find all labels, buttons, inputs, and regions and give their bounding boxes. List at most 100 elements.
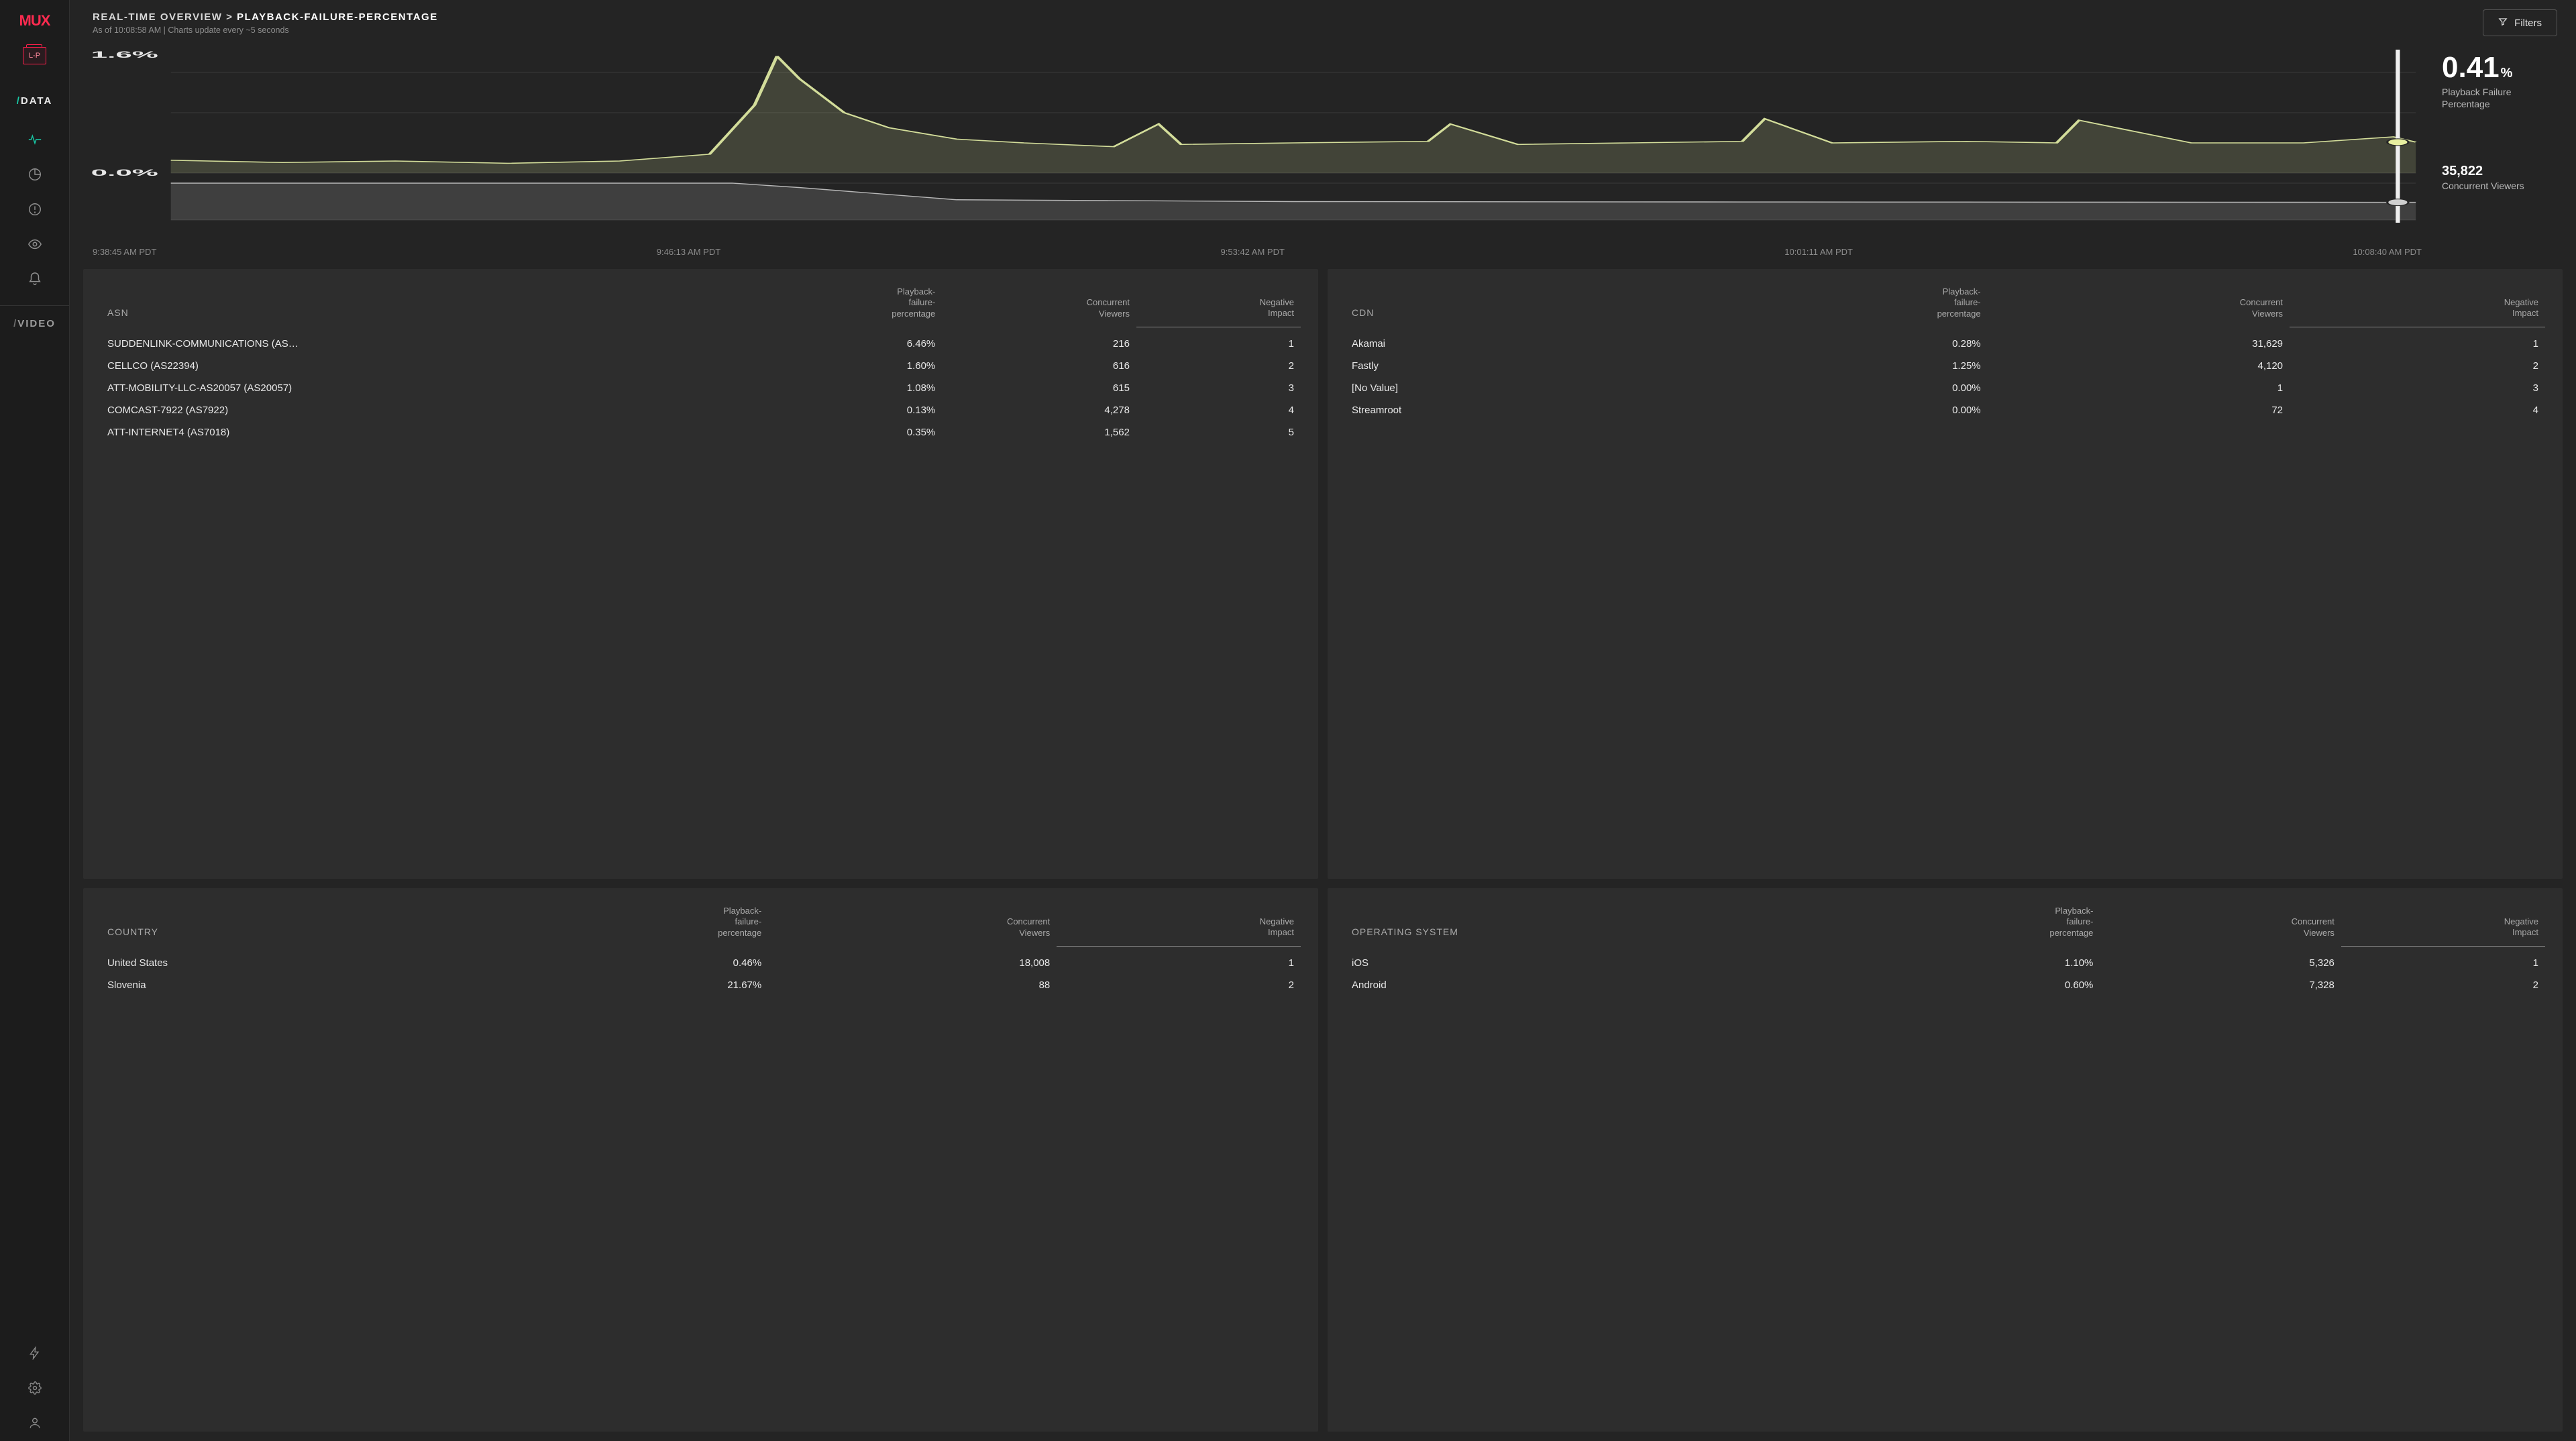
- breakdown-tables: ASN Playback-failure-percentage Concurre…: [70, 260, 2576, 1441]
- nav-item-settings[interactable]: [0, 1371, 69, 1406]
- table-row[interactable]: CELLCO (AS22394) 1.60% 616 2: [101, 355, 1301, 377]
- cell-name: [No Value]: [1345, 377, 1682, 399]
- col-impact[interactable]: NegativeImpact: [2341, 902, 2545, 947]
- cell-cv: 88: [768, 974, 1057, 996]
- cell-impact: 5: [1136, 421, 1301, 443]
- breadcrumb-root[interactable]: REAL-TIME OVERVIEW: [93, 11, 222, 23]
- cell-impact: 2: [2290, 355, 2545, 377]
- metric1-label: Playback Failure Percentage: [2442, 86, 2560, 110]
- cell-cv: 5,326: [2100, 947, 2341, 975]
- table-row[interactable]: SUDDENLINK-COMMUNICATIONS (AS… 6.46% 216…: [101, 327, 1301, 356]
- col-dimension[interactable]: OPERATING SYSTEM: [1345, 902, 1857, 947]
- cell-name: COMCAST-7922 (AS7922): [101, 399, 746, 421]
- metric1-value: 0.41: [2442, 51, 2500, 84]
- cell-impact: 1: [1136, 327, 1301, 356]
- cell-cv: 4,278: [942, 399, 1136, 421]
- chart-sidebar: 0.41% Playback Failure Percentage 35,822…: [2428, 46, 2576, 240]
- col-pfp[interactable]: Playback-failure-percentage: [477, 902, 768, 947]
- nav-divider: [0, 305, 69, 306]
- table-row[interactable]: Streamroot 0.00% 72 4: [1345, 399, 2545, 421]
- subhead-sep: |: [161, 25, 168, 35]
- nav-heading-data[interactable]: /DATA: [17, 95, 53, 107]
- table-row[interactable]: Akamai 0.28% 31,629 1: [1345, 327, 2545, 356]
- cell-impact: 4: [1136, 399, 1301, 421]
- panel-cdn: CDN Playback-failure-percentage Concurre…: [1328, 269, 2563, 879]
- col-impact[interactable]: NegativeImpact: [1136, 282, 1301, 327]
- col-cv[interactable]: ConcurrentViewers: [2100, 902, 2341, 947]
- cell-cv: 615: [942, 377, 1136, 399]
- table-row[interactable]: Fastly 1.25% 4,120 2: [1345, 355, 2545, 377]
- user-icon: [28, 1416, 42, 1432]
- nav-item-account[interactable]: [0, 1406, 69, 1441]
- col-dimension[interactable]: ASN: [101, 282, 746, 327]
- col-cv[interactable]: ConcurrentViewers: [942, 282, 1136, 327]
- col-dimension[interactable]: CDN: [1345, 282, 1682, 327]
- cell-impact: 2: [1136, 355, 1301, 377]
- cell-cv: 216: [942, 327, 1136, 356]
- table-row[interactable]: United States 0.46% 18,008 1: [101, 947, 1301, 975]
- main: REAL-TIME OVERVIEW > PLAYBACK-FAILURE-PE…: [70, 0, 2576, 1441]
- nav-item-breakdown[interactable]: [0, 158, 69, 193]
- nav-item-events[interactable]: [0, 1336, 69, 1371]
- nav-item-pulse[interactable]: [0, 123, 69, 158]
- metric-chart[interactable]: 1.6%0.0% 0.41% Playback Failure Percenta…: [70, 46, 2576, 240]
- panel-country: COUNTRY Playback-failure-percentage Conc…: [83, 888, 1318, 1432]
- alert-circle-icon: [28, 202, 42, 219]
- table-row[interactable]: [No Value] 0.00% 1 3: [1345, 377, 2545, 399]
- cell-name: SUDDENLINK-COMMUNICATIONS (AS…: [101, 327, 746, 356]
- gear-icon: [28, 1381, 42, 1397]
- cell-name: United States: [101, 947, 477, 975]
- table-row[interactable]: Android 0.60% 7,328 2: [1345, 974, 2545, 996]
- update-cadence-text: Charts update every ~5 seconds: [168, 25, 288, 35]
- table-row[interactable]: ATT-INTERNET4 (AS7018) 0.35% 1,562 5: [101, 421, 1301, 443]
- col-pfp[interactable]: Playback-failure-percentage: [1857, 902, 2100, 947]
- nav-heading-video[interactable]: /VIDEO: [13, 318, 56, 329]
- brand-logo[interactable]: MUX: [19, 12, 50, 30]
- nav-heading-data-label: DATA: [21, 95, 52, 107]
- metric-playback-failure: 0.41% Playback Failure Percentage: [2442, 51, 2560, 110]
- col-pfp[interactable]: Playback-failure-percentage: [746, 282, 942, 327]
- table-row[interactable]: Slovenia 21.67% 88 2: [101, 974, 1301, 996]
- filters-button[interactable]: Filters: [2483, 9, 2557, 36]
- bolt-icon: [28, 1346, 42, 1362]
- col-cv[interactable]: ConcurrentViewers: [768, 902, 1057, 947]
- col-cv[interactable]: ConcurrentViewers: [1988, 282, 2290, 327]
- sidebar: MUX L-P /DATA /VIDEO: [0, 0, 70, 1441]
- nav-item-alerts[interactable]: [0, 262, 69, 297]
- cell-impact: 3: [2290, 377, 2545, 399]
- table-row[interactable]: COMCAST-7922 (AS7922) 0.13% 4,278 4: [101, 399, 1301, 421]
- svg-text:0.0%: 0.0%: [91, 167, 158, 178]
- pulse-icon: [28, 132, 42, 149]
- table-row[interactable]: ATT-MOBILITY-LLC-AS20057 (AS20057) 1.08%…: [101, 377, 1301, 399]
- cell-pfp: 1.25%: [1682, 355, 1987, 377]
- table-row[interactable]: iOS 1.10% 5,326 1: [1345, 947, 2545, 975]
- cell-pfp: 0.00%: [1682, 399, 1987, 421]
- x-tick: 10:08:40 AM PDT: [2353, 247, 2422, 257]
- col-dimension[interactable]: COUNTRY: [101, 902, 477, 947]
- nav-item-views[interactable]: [0, 227, 69, 262]
- cell-impact: 2: [2341, 974, 2545, 996]
- x-tick: 9:53:42 AM PDT: [1221, 247, 1285, 257]
- cell-name: Fastly: [1345, 355, 1682, 377]
- nav-item-errors[interactable]: [0, 193, 69, 227]
- environment-badge[interactable]: L-P: [23, 47, 46, 64]
- metric2-label: Concurrent Viewers: [2442, 180, 2560, 191]
- page-header: REAL-TIME OVERVIEW > PLAYBACK-FAILURE-PE…: [70, 0, 2576, 42]
- nav-section-data: /DATA: [0, 95, 69, 297]
- eye-icon: [28, 237, 42, 254]
- table-os: OPERATING SYSTEM Playback-failure-percen…: [1345, 902, 2545, 996]
- cell-cv: 72: [1988, 399, 2290, 421]
- cell-cv: 31,629: [1988, 327, 2290, 356]
- col-impact[interactable]: NegativeImpact: [2290, 282, 2545, 327]
- col-pfp[interactable]: Playback-failure-percentage: [1682, 282, 1987, 327]
- table-asn: ASN Playback-failure-percentage Concurre…: [101, 282, 1301, 443]
- cell-pfp: 1.10%: [1857, 947, 2100, 975]
- filter-icon: [2498, 17, 2508, 29]
- col-impact[interactable]: NegativeImpact: [1057, 902, 1301, 947]
- breadcrumb-leaf: PLAYBACK-FAILURE-PERCENTAGE: [237, 11, 438, 23]
- cell-name: ATT-INTERNET4 (AS7018): [101, 421, 746, 443]
- table-cdn: CDN Playback-failure-percentage Concurre…: [1345, 282, 2545, 421]
- breadcrumb: REAL-TIME OVERVIEW > PLAYBACK-FAILURE-PE…: [93, 11, 438, 23]
- cell-name: iOS: [1345, 947, 1857, 975]
- cell-cv: 1,562: [942, 421, 1136, 443]
